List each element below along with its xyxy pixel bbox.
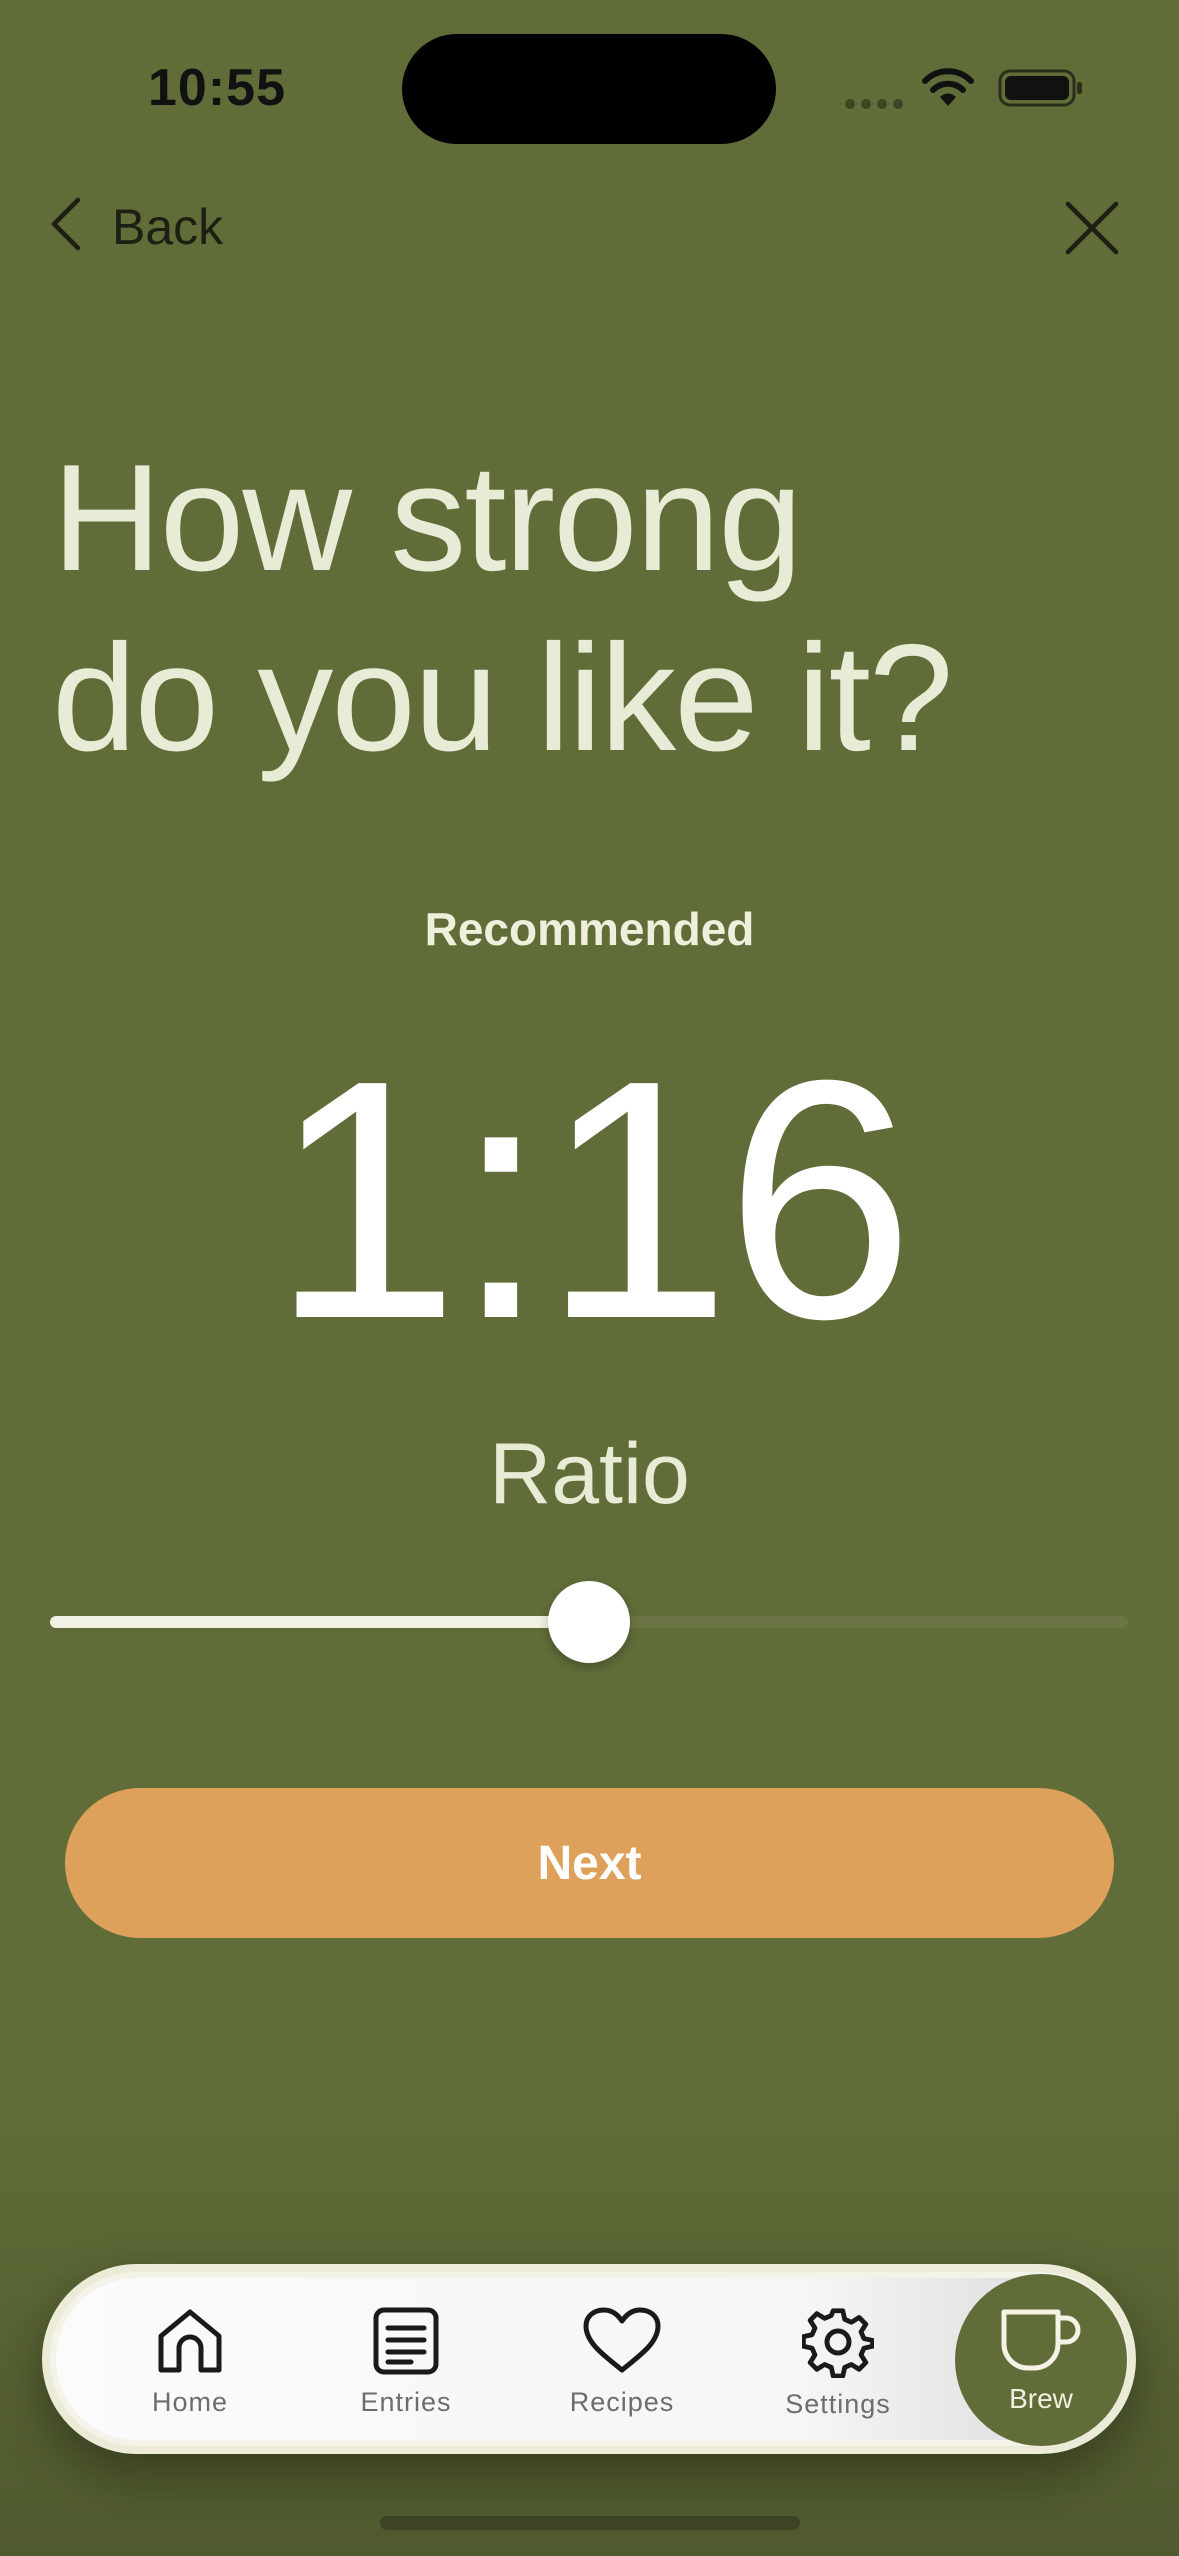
back-button[interactable]: Back	[48, 196, 223, 257]
cup-icon	[998, 2306, 1084, 2379]
tab-label-brew: Brew	[1009, 2382, 1073, 2414]
recommended-label: Recommended	[424, 903, 755, 955]
slider-fill	[50, 1616, 589, 1628]
title-line-2: do you like it?	[52, 613, 953, 783]
tab-brew[interactable]: Brew	[955, 2274, 1127, 2446]
chevron-left-icon	[48, 196, 82, 257]
tab-home[interactable]: Home	[100, 2306, 280, 2418]
list-icon	[371, 2306, 441, 2381]
home-indicator	[380, 2516, 800, 2530]
tab-label-settings: Settings	[785, 2389, 891, 2419]
ratio-value: 1:16	[270, 1010, 915, 1390]
status-time: 10:55	[148, 59, 286, 117]
dynamic-island	[402, 34, 776, 144]
tab-label-entries: Entries	[360, 2387, 452, 2417]
wifi-icon	[920, 66, 976, 113]
close-button[interactable]	[1062, 198, 1122, 263]
battery-icon	[998, 68, 1084, 113]
ratio-slider[interactable]	[50, 1560, 1128, 1680]
back-label: Back	[112, 198, 224, 255]
tab-label-recipes: Recipes	[569, 2387, 675, 2417]
ratio-label: Ratio	[489, 1426, 690, 1522]
page-title: How strong do you like it?	[52, 428, 1132, 788]
gear-icon	[801, 2306, 875, 2383]
tab-entries[interactable]: Entries	[316, 2306, 496, 2418]
next-button[interactable]: Next	[65, 1788, 1114, 1938]
close-icon	[1062, 201, 1122, 262]
tab-label-home: Home	[151, 2387, 229, 2417]
slider-thumb[interactable]	[548, 1581, 630, 1663]
title-line-1: How strong	[52, 433, 803, 603]
heart-icon	[582, 2306, 662, 2381]
house-icon	[153, 2306, 227, 2381]
tab-settings[interactable]: Settings	[748, 2306, 928, 2420]
cellular-signal-icon	[845, 96, 909, 114]
tab-recipes[interactable]: Recipes	[532, 2306, 712, 2418]
